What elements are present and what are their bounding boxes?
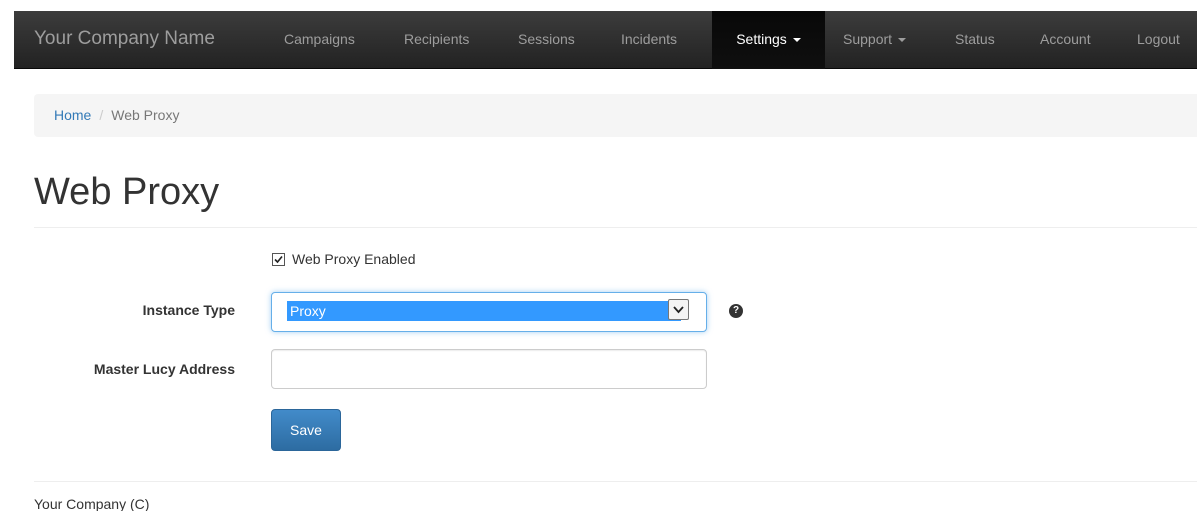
nav-status[interactable]: Status xyxy=(955,11,995,69)
instance-type-label: Instance Type xyxy=(142,302,235,318)
nav-account[interactable]: Account xyxy=(1040,11,1091,69)
navbar-bar: Your Company Name Campaigns Recipients S… xyxy=(14,11,1197,69)
breadcrumb-separator: / xyxy=(99,107,104,123)
nav-support-dropdown[interactable]: Support xyxy=(843,11,907,69)
save-button[interactable]: Save xyxy=(271,409,341,451)
breadcrumb-home[interactable]: Home xyxy=(54,107,91,123)
caret-down-icon xyxy=(792,38,801,43)
nav-settings-dropdown[interactable]: Settings xyxy=(712,11,825,69)
header-divider xyxy=(34,227,1197,228)
nav-incidents[interactable]: Incidents xyxy=(621,11,677,69)
top-navbar: Your Company Name Campaigns Recipients S… xyxy=(0,0,1197,70)
nav-support-label: Support xyxy=(843,31,893,47)
nav-logout[interactable]: Logout xyxy=(1137,11,1180,69)
breadcrumb-current: Web Proxy xyxy=(111,107,180,123)
nav-recipients[interactable]: Recipients xyxy=(404,11,469,69)
instance-type-selected-value: Proxy xyxy=(287,301,681,321)
nav-sessions[interactable]: Sessions xyxy=(518,11,575,69)
master-lucy-address-label: Master Lucy Address xyxy=(93,361,235,377)
caret-down-icon xyxy=(898,38,907,43)
footer-divider xyxy=(34,481,1197,482)
page-title: Web Proxy xyxy=(34,171,220,213)
question-circle-icon[interactable]: ? xyxy=(729,304,743,318)
brand-name[interactable]: Your Company Name xyxy=(34,11,215,69)
select-dropdown-button[interactable] xyxy=(668,299,689,320)
footer-copyright: Your Company (C) xyxy=(34,496,150,511)
chevron-down-icon xyxy=(673,306,684,314)
checkmark-icon xyxy=(274,255,283,264)
nav-campaigns[interactable]: Campaigns xyxy=(284,11,355,69)
web-proxy-enabled-label: Web Proxy Enabled xyxy=(292,251,416,267)
nav-settings-label: Settings xyxy=(736,31,787,47)
breadcrumb: Home / Web Proxy xyxy=(34,94,1197,137)
instance-type-select[interactable]: Proxy xyxy=(271,292,707,332)
master-lucy-address-input[interactable] xyxy=(271,349,707,389)
web-proxy-enabled-row: Web Proxy Enabled xyxy=(272,251,415,271)
web-proxy-enabled-checkbox[interactable] xyxy=(272,253,285,266)
